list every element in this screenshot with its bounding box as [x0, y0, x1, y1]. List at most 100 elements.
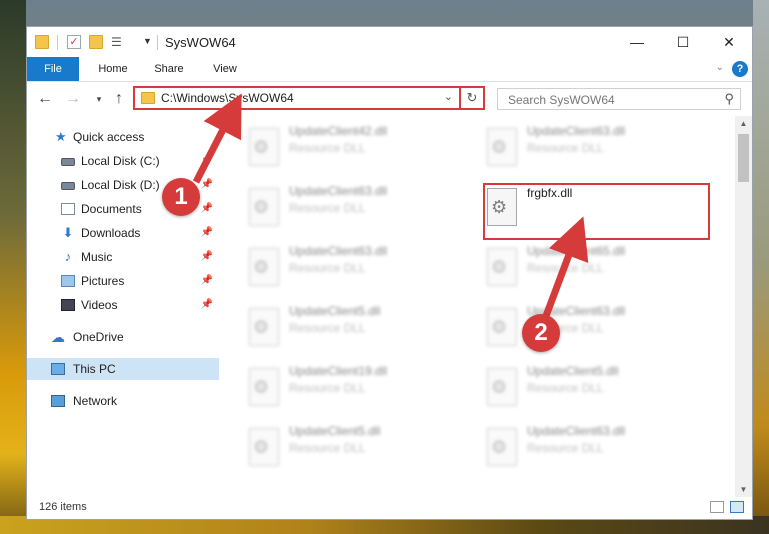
search-box[interactable]: Search SysWOW64 ⚲ — [497, 88, 741, 110]
item-count: 126 items — [39, 501, 87, 513]
pictures-icon — [61, 275, 75, 287]
minimize-button[interactable]: — — [614, 27, 660, 57]
title-divider — [57, 35, 58, 50]
pin-icon[interactable]: 📌 — [201, 246, 213, 268]
file-item[interactable]: ⚙ UpdateClient63.dll Resource DLL — [483, 302, 713, 360]
forward-arrow-icon[interactable]: → — [63, 90, 83, 108]
address-row: ← → ▾ ↑ C:\Windows\SysWOW64 ⌄ ↻ Search S… — [27, 82, 752, 116]
nav-item-label: Videos — [81, 298, 118, 312]
file-type: Resource DLL — [289, 141, 366, 155]
file-item[interactable]: ⚙ UpdateClient5.dll Resource DLL — [245, 302, 475, 360]
address-dropdown-icon[interactable]: ⌄ — [444, 90, 453, 103]
nav-downloads[interactable]: ⬇ Downloads 📌 — [27, 222, 219, 244]
file-explorer-window: ✓ ☰ ▼ SysWOW64 — ☐ ✕ File Home Share Vie… — [26, 26, 753, 520]
file-item[interactable]: ⚙ UpdateClient19.dll Resource DLL — [245, 362, 475, 420]
qat-customize-icon[interactable]: ☰ — [111, 35, 125, 49]
nav-network[interactable]: Network — [27, 390, 219, 412]
pin-icon[interactable]: 📌 — [201, 294, 213, 316]
maximize-button[interactable]: ☐ — [660, 27, 706, 57]
folder-icon — [141, 92, 155, 104]
title-bar: ✓ ☰ ▼ SysWOW64 — ☐ ✕ — [27, 27, 752, 57]
file-item[interactable]: ⚙ UpdateClient65.dll Resource DLL — [483, 242, 713, 300]
pin-icon[interactable]: 📌 — [201, 174, 213, 196]
dll-file-icon: ⚙ — [487, 248, 517, 286]
dll-file-icon: ⚙ — [487, 308, 517, 346]
file-item[interactable]: ⚙ UpdateClient42.dll Resource DLL — [245, 122, 475, 180]
file-highlight-box — [483, 183, 710, 240]
nav-videos[interactable]: Videos 📌 — [27, 294, 219, 316]
up-arrow-icon[interactable]: ↑ — [109, 90, 129, 108]
details-view-icon[interactable] — [710, 501, 724, 513]
pin-icon[interactable]: 📌 — [201, 270, 213, 292]
file-item[interactable]: ⚙ UpdateClient63.dll Resource DLL — [483, 122, 713, 180]
nav-this-pc[interactable]: This PC — [27, 358, 219, 380]
file-item[interactable]: ⚙ UpdateClient63.dll Resource DLL — [245, 242, 475, 300]
dll-file-icon: ⚙ — [487, 368, 517, 406]
new-folder-icon[interactable] — [89, 35, 103, 49]
file-type: Resource DLL — [289, 441, 366, 455]
address-bar[interactable]: C:\Windows\SysWOW64 ⌄ ↻ — [133, 86, 485, 110]
scroll-down-icon[interactable]: ▼ — [735, 482, 752, 498]
vertical-scrollbar[interactable]: ▲ ▼ — [735, 116, 752, 498]
callout-1: 1 — [162, 178, 200, 216]
file-name: UpdateClient63.dll — [289, 244, 388, 258]
file-item[interactable]: ⚙ UpdateClient63.dll Resource DLL — [245, 182, 475, 240]
dll-file-icon: ⚙ — [249, 248, 279, 286]
nav-pictures[interactable]: Pictures 📌 — [27, 270, 219, 292]
file-type: Resource DLL — [527, 441, 604, 455]
scroll-thumb[interactable] — [738, 134, 749, 182]
network-icon — [51, 395, 65, 407]
help-icon[interactable]: ? — [732, 61, 748, 77]
large-icons-view-icon[interactable] — [730, 501, 744, 513]
nav-onedrive[interactable]: ☁ OneDrive — [27, 326, 219, 348]
nav-item-label: This PC — [73, 362, 116, 376]
tab-file[interactable]: File — [27, 57, 79, 81]
nav-local-disk-c[interactable]: Local Disk (C:) 📌 — [27, 150, 219, 172]
documents-icon — [61, 203, 75, 215]
desktop-background-left — [0, 0, 26, 534]
file-type: Resource DLL — [289, 321, 366, 335]
pin-icon[interactable]: 📌 — [201, 150, 213, 172]
file-name: UpdateClient5.dll — [289, 304, 381, 318]
close-button[interactable]: ✕ — [706, 27, 752, 57]
nav-item-label: Network — [73, 394, 118, 408]
search-input[interactable]: Search SysWOW64 — [508, 93, 615, 107]
recent-locations-icon[interactable]: ▾ — [89, 94, 109, 105]
nav-quick-access[interactable]: ★ Quick access — [27, 126, 219, 148]
scroll-up-icon[interactable]: ▲ — [735, 116, 752, 132]
back-arrow-icon[interactable]: ← — [35, 90, 55, 108]
downloads-icon: ⬇ — [62, 225, 74, 240]
nav-item-label: Quick access — [73, 130, 145, 144]
address-path[interactable]: C:\Windows\SysWOW64 — [161, 91, 294, 105]
tab-share[interactable]: Share — [145, 57, 193, 81]
pin-icon[interactable]: 📌 — [201, 222, 213, 244]
music-icon: ♪ — [64, 249, 72, 264]
dll-file-icon: ⚙ — [249, 368, 279, 406]
search-icon[interactable]: ⚲ — [724, 91, 734, 107]
title-divider — [157, 35, 158, 50]
qat-dropdown-icon[interactable]: ▼ — [143, 36, 152, 46]
file-type: Resource DLL — [527, 261, 604, 275]
properties-icon[interactable]: ✓ — [67, 35, 81, 49]
file-item[interactable]: ⚙ UpdateClient5.dll Resource DLL — [483, 362, 713, 420]
nav-item-label: Pictures — [81, 274, 125, 288]
nav-item-label: OneDrive — [73, 330, 124, 344]
file-item[interactable]: ⚙ UpdateClient63.dll Resource DLL — [483, 422, 713, 480]
tab-view[interactable]: View — [201, 57, 249, 81]
expand-ribbon-icon[interactable]: ⌄ — [716, 62, 724, 73]
refresh-icon[interactable]: ↻ — [459, 88, 483, 108]
nav-item-label: Downloads — [81, 226, 141, 240]
drive-icon — [61, 158, 75, 166]
nav-item-label: Music — [81, 250, 113, 264]
file-name: UpdateClient63.dll — [289, 184, 388, 198]
dll-file-icon: ⚙ — [249, 188, 279, 226]
videos-icon — [61, 299, 75, 311]
file-item[interactable]: ⚙ UpdateClient5.dll Resource DLL — [245, 422, 475, 480]
nav-item-label: Local Disk (D:) — [81, 178, 160, 192]
nav-music[interactable]: ♪ Music 📌 — [27, 246, 219, 268]
folder-icon — [35, 35, 49, 49]
tab-home[interactable]: Home — [89, 57, 137, 81]
this-pc-icon — [51, 363, 65, 375]
onedrive-icon: ☁ — [51, 329, 65, 345]
pin-icon[interactable]: 📌 — [201, 198, 213, 220]
